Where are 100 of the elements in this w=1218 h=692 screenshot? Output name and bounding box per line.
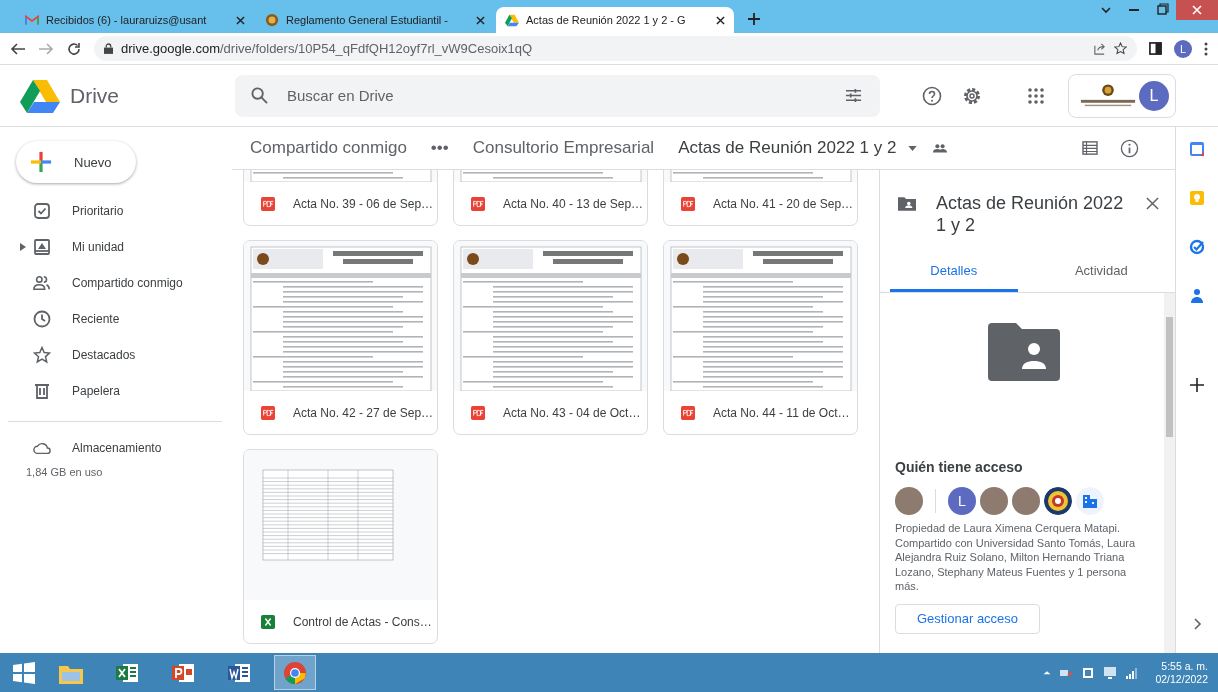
close-icon[interactable] <box>716 15 725 25</box>
check-box-icon <box>33 202 51 220</box>
file-name: Acta No. 41 - 20 de Sep… <box>713 196 854 211</box>
pdf-icon <box>471 196 485 211</box>
mail-icon <box>25 13 39 27</box>
trash-icon <box>33 382 51 400</box>
user-avatar[interactable] <box>980 487 1008 515</box>
pdf-icon <box>261 196 275 211</box>
file-name: Acta No. 39 - 06 de Sep… <box>293 196 434 211</box>
browser-tab[interactable]: Reglamento General Estudiantil - <box>256 7 494 33</box>
breadcrumb-link[interactable]: Compartido conmigo <box>250 138 407 158</box>
storage-usage: 1,84 GB en uso <box>25 466 104 478</box>
breadcrumb-link[interactable]: Consultorio Empresarial <box>472 138 655 158</box>
scrollbar[interactable] <box>1164 293 1175 653</box>
settings-icon[interactable] <box>962 85 982 106</box>
app-name: Drive <box>70 83 119 108</box>
star-icon <box>33 346 51 364</box>
lock-icon <box>104 43 113 54</box>
user-avatar[interactable]: L <box>948 487 976 515</box>
apps-grid-icon[interactable] <box>1026 85 1046 106</box>
list-view-icon[interactable] <box>1082 141 1098 155</box>
clock-date: 02/12/2022 <box>1155 672 1208 686</box>
nav-item[interactable]: Prioritario <box>0 193 232 229</box>
people-icon <box>933 143 948 153</box>
help-icon[interactable] <box>922 85 942 106</box>
file-name: Acta No. 44 - 11 de Oct… <box>713 405 850 420</box>
close-window-icon[interactable] <box>1176 0 1218 20</box>
plus-icon[interactable] <box>1189 377 1205 393</box>
drive-icon <box>33 238 51 256</box>
monitor-icon[interactable] <box>1103 665 1118 680</box>
signal-icon[interactable] <box>1125 665 1140 680</box>
shared-folder-icon <box>898 196 916 211</box>
back-arrow-icon[interactable] <box>10 40 26 57</box>
file-card[interactable]: Acta No. 40 - 13 de Sep… <box>453 170 648 226</box>
file-name: Acta No. 42 - 27 de Sep… <box>293 405 434 420</box>
panel-title: Actas de Reunión 2022 1 y 2 <box>936 192 1125 236</box>
plus-icon <box>30 151 52 173</box>
close-icon[interactable] <box>236 15 245 25</box>
account-avatar[interactable]: L <box>1139 80 1169 111</box>
nav-item[interactable]: Destacados <box>0 337 232 373</box>
dropdown-arrow-icon[interactable] <box>908 145 918 151</box>
user-avatar[interactable] <box>895 487 923 515</box>
seal-icon <box>265 13 279 27</box>
search-field[interactable]: Buscar en Drive <box>235 74 880 117</box>
more-icon[interactable] <box>1204 41 1208 56</box>
file-card[interactable]: Acta No. 41 - 20 de Sep… <box>663 170 858 226</box>
people-icon <box>33 274 51 292</box>
sharing-description: Propiedad de Laura Ximena Cerquera Matapi. Compartido con Universidad Santo Tomás, Laura Alejandra Ruiz Solano, Milton Hernando Triana Lozano, Stephany Mateus Fuentes y 1 persona más. <box>895 521 1137 594</box>
pdf-icon <box>681 196 695 211</box>
file-card[interactable]: Acta No. 43 - 04 de Oct… <box>453 240 648 435</box>
search-icon <box>251 86 268 104</box>
account-switcher[interactable]: L <box>1068 73 1176 118</box>
storage-item[interactable]: Almacenamiento <box>0 434 232 462</box>
filter-icon[interactable] <box>845 86 862 104</box>
task-check-icon[interactable] <box>1189 239 1205 255</box>
new-button[interactable]: Nuevo <box>16 141 136 183</box>
clock-icon <box>33 310 51 328</box>
close-icon[interactable] <box>476 15 485 25</box>
user-avatar[interactable] <box>1012 487 1040 515</box>
file-card[interactable]: Acta No. 39 - 06 de Sep… <box>243 170 438 226</box>
access-heading: Quién tiene acceso <box>895 459 1024 475</box>
calendar-icon[interactable] <box>1189 141 1205 157</box>
share-icon[interactable] <box>1093 42 1106 55</box>
nav-item[interactable]: Mi unidad <box>0 229 232 265</box>
manage-access-button[interactable]: Gestionar acceso <box>895 603 1040 634</box>
start-windows-icon[interactable] <box>12 660 36 685</box>
drive-logo-icon <box>505 13 519 27</box>
profile-avatar[interactable]: L <box>1174 39 1192 58</box>
browser-app-icon <box>282 660 308 685</box>
drive-logo-icon[interactable] <box>20 78 60 113</box>
star-icon[interactable] <box>1114 42 1127 55</box>
nav-item[interactable]: Reciente <box>0 301 232 337</box>
building-icon[interactable] <box>1076 487 1104 515</box>
panel-tab[interactable]: Detalles <box>890 252 1018 292</box>
shared-folder-icon <box>987 323 1060 381</box>
pdf-icon <box>681 405 695 420</box>
clock-time: 5:55 a. m. <box>1161 659 1208 673</box>
nav-item[interactable]: Compartido conmigo <box>0 265 232 301</box>
browser-tab[interactable]: Recibidos (6) - lauraruizs@usant <box>16 7 254 33</box>
seal-avatar-icon[interactable] <box>1044 487 1072 515</box>
reload-icon[interactable] <box>66 40 82 57</box>
pdf-icon <box>471 405 485 420</box>
file-card[interactable]: Control de Actas - Cons… <box>243 449 438 644</box>
breadcrumb-link[interactable]: ••• <box>430 138 449 158</box>
address-bar[interactable]: drive.google.com/drive/folders/10P54_qFdfQH12oyf7rl_vW9Cesoix1qQ <box>94 36 1137 61</box>
file-card[interactable]: Acta No. 44 - 11 de Oct… <box>663 240 858 435</box>
close-icon[interactable] <box>1146 197 1159 210</box>
new-tab-icon[interactable] <box>748 13 760 25</box>
breadcrumb-link[interactable]: Actas de Reunión 2022 1 y 2 <box>678 138 897 158</box>
expand-arrow-icon[interactable] <box>20 243 26 251</box>
side-panel-icon[interactable] <box>1149 42 1162 55</box>
file-card[interactable]: Acta No. 42 - 27 de Sep… <box>243 240 438 435</box>
file-name: Acta No. 43 - 04 de Oct… <box>503 405 641 420</box>
file-name: Acta No. 40 - 13 de Sep… <box>503 196 644 211</box>
info-icon[interactable] <box>1120 138 1139 158</box>
person-icon[interactable] <box>1189 288 1205 304</box>
spreadsheet-icon <box>261 614 275 629</box>
browser-tab[interactable]: Actas de Reunión 2022 1 y 2 - G <box>496 7 734 33</box>
nav-item[interactable]: Papelera <box>0 373 232 409</box>
panel-tab[interactable]: Actividad <box>1037 252 1165 292</box>
